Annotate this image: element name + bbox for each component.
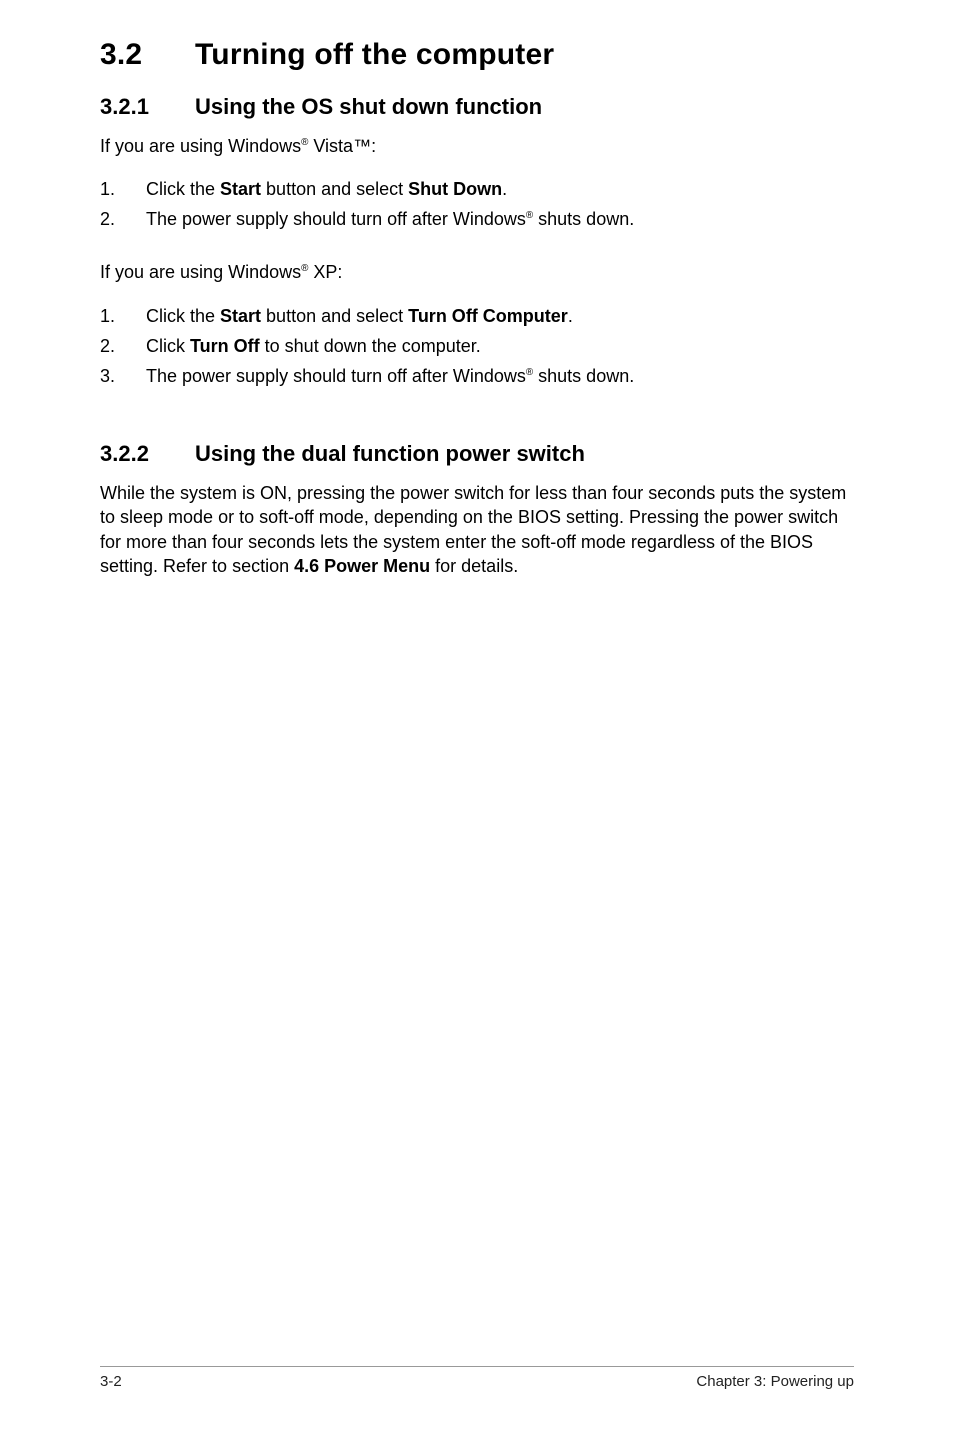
section-number: 3.2 bbox=[100, 38, 195, 72]
section-title: 3.2Turning off the computer bbox=[100, 38, 854, 72]
text-bold: Start bbox=[220, 179, 261, 199]
xp-steps-list: 1. Click the Start button and select Tur… bbox=[100, 303, 854, 389]
text: button and select bbox=[261, 306, 408, 326]
subsection-heading-text: Using the OS shut down function bbox=[195, 94, 542, 119]
list-item: 1. Click the Start button and select Tur… bbox=[100, 303, 854, 329]
text: If you are using Windows bbox=[100, 262, 301, 282]
list-marker: 1. bbox=[100, 303, 146, 329]
subsection-322-body: While the system is ON, pressing the pow… bbox=[100, 481, 854, 578]
subsection-heading-text: Using the dual function power switch bbox=[195, 441, 585, 466]
subsection-number: 3.2.1 bbox=[100, 94, 195, 120]
text: Click the bbox=[146, 306, 220, 326]
text: XP: bbox=[308, 262, 342, 282]
list-marker: 2. bbox=[100, 206, 146, 232]
list-content: Click the Start button and select Shut D… bbox=[146, 176, 854, 202]
list-content: Click the Start button and select Turn O… bbox=[146, 303, 854, 329]
text-bold: Turn Off Computer bbox=[408, 306, 568, 326]
text: button and select bbox=[261, 179, 408, 199]
text: Click the bbox=[146, 179, 220, 199]
text: Click bbox=[146, 336, 190, 356]
text-bold: 4.6 Power Menu bbox=[294, 556, 430, 576]
text: . bbox=[568, 306, 573, 326]
text: . bbox=[502, 179, 507, 199]
list-item: 1. Click the Start button and select Shu… bbox=[100, 176, 854, 202]
list-content: The power supply should turn off after W… bbox=[146, 363, 854, 389]
intro-vista: If you are using Windows® Vista™: bbox=[100, 134, 854, 158]
text-bold: Start bbox=[220, 306, 261, 326]
chapter-label: Chapter 3: Powering up bbox=[696, 1373, 854, 1390]
list-marker: 3. bbox=[100, 363, 146, 389]
text-bold: Turn Off bbox=[190, 336, 260, 356]
subsection-number: 3.2.2 bbox=[100, 441, 195, 467]
subsection-321-title: 3.2.1Using the OS shut down function bbox=[100, 94, 854, 120]
subsection-322-title: 3.2.2Using the dual function power switc… bbox=[100, 441, 854, 467]
list-item: 3. The power supply should turn off afte… bbox=[100, 363, 854, 389]
intro-xp: If you are using Windows® XP: bbox=[100, 260, 854, 284]
list-marker: 1. bbox=[100, 176, 146, 202]
text: to shut down the computer. bbox=[260, 336, 481, 356]
text: The power supply should turn off after W… bbox=[146, 209, 526, 229]
section-heading-text: Turning off the computer bbox=[195, 38, 554, 71]
list-item: 2. Click Turn Off to shut down the compu… bbox=[100, 333, 854, 359]
text-bold: Shut Down bbox=[408, 179, 502, 199]
list-content: The power supply should turn off after W… bbox=[146, 206, 854, 232]
page-footer: 3-2 Chapter 3: Powering up bbox=[100, 1366, 854, 1390]
text: shuts down. bbox=[533, 366, 634, 386]
list-marker: 2. bbox=[100, 333, 146, 359]
list-content: Click Turn Off to shut down the computer… bbox=[146, 333, 854, 359]
text: shuts down. bbox=[533, 209, 634, 229]
text: If you are using Windows bbox=[100, 136, 301, 156]
vista-steps-list: 1. Click the Start button and select Shu… bbox=[100, 176, 854, 232]
list-item: 2. The power supply should turn off afte… bbox=[100, 206, 854, 232]
text: The power supply should turn off after W… bbox=[146, 366, 526, 386]
text: for details. bbox=[430, 556, 518, 576]
page-number: 3-2 bbox=[100, 1373, 122, 1390]
text: Vista™: bbox=[308, 136, 376, 156]
